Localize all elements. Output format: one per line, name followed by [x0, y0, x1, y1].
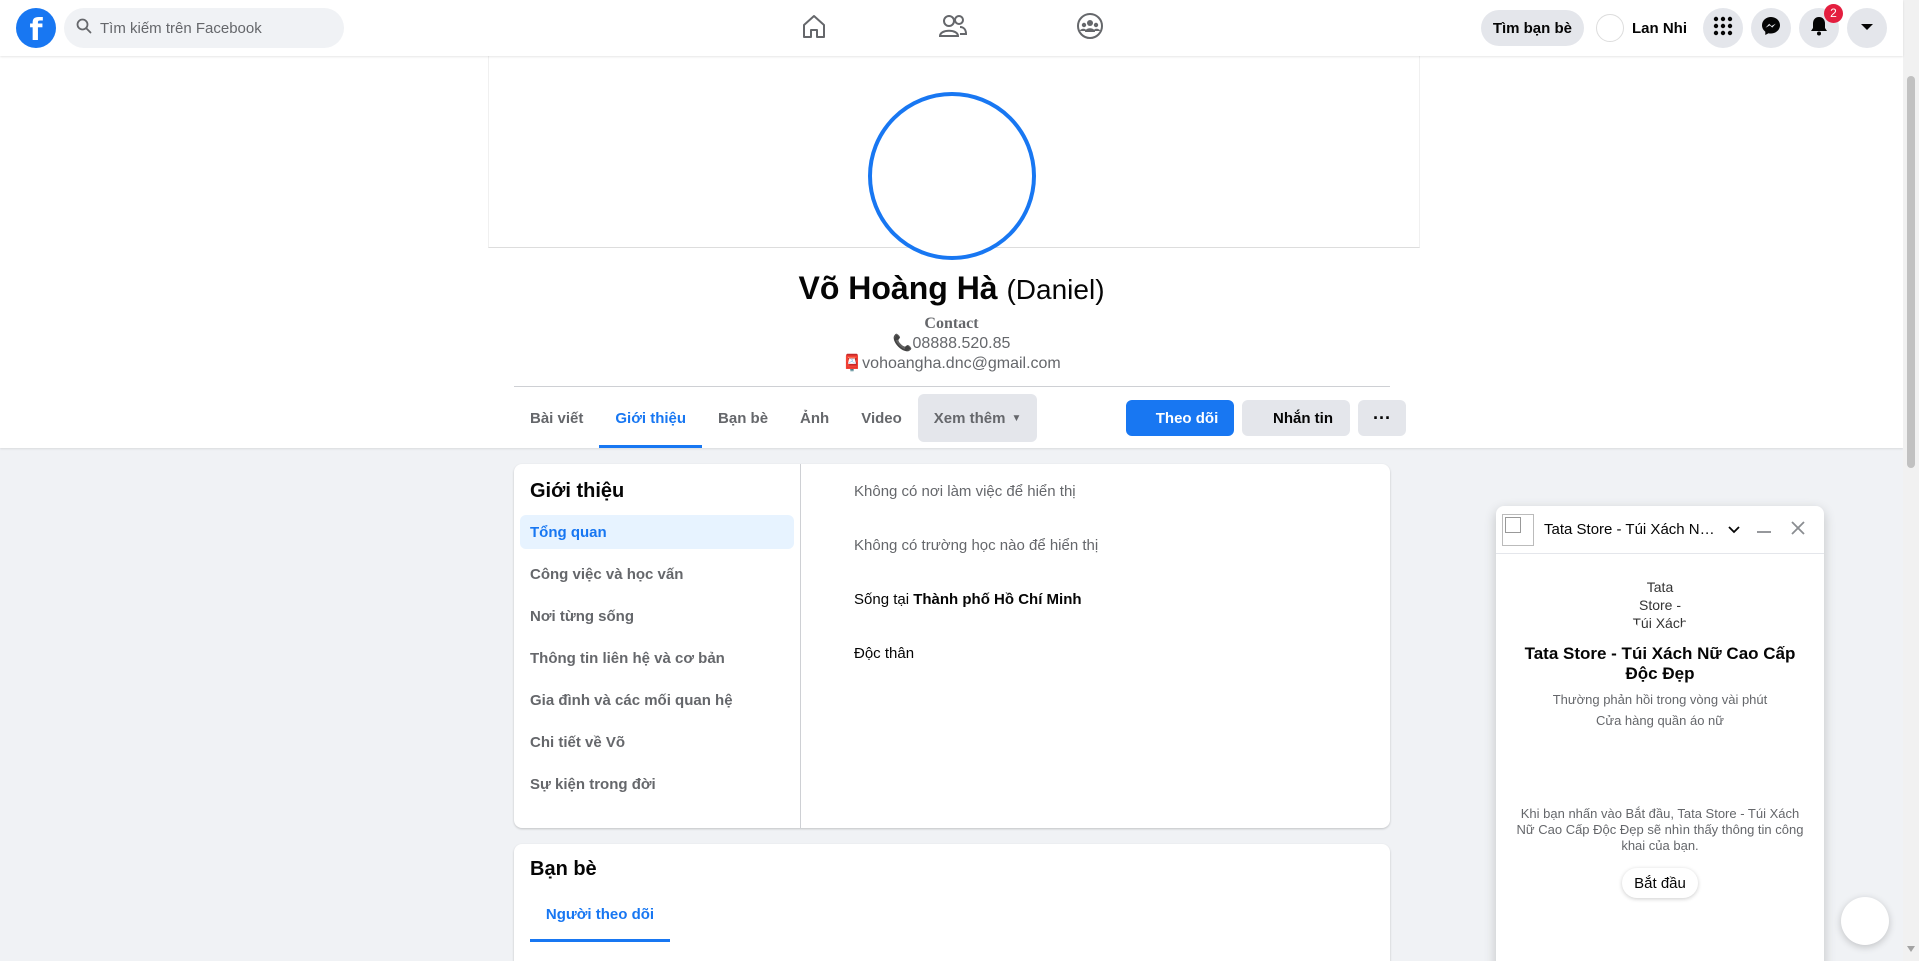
chevron-down-icon: [1860, 19, 1874, 37]
fact-work: Không có nơi làm việc để hiển thị: [854, 483, 1076, 500]
notifications-button[interactable]: 2: [1799, 4, 1843, 48]
minimize-icon: [1756, 521, 1772, 539]
avatar: [1596, 14, 1624, 42]
more-dots-icon: ···: [1373, 407, 1391, 428]
about-menu: Giới thiệu Tổng quan Công việc và học vấ…: [514, 464, 801, 828]
caret-down-icon: ▼: [1011, 412, 1022, 424]
about-item-work-education[interactable]: Công việc và học vấn: [520, 557, 794, 591]
chat-privacy-note: Khi bạn nhấn vào Bắt đầu, Tata Store - T…: [1516, 806, 1804, 853]
minimize-button[interactable]: [1750, 516, 1778, 544]
grid-menu-icon: [1713, 16, 1733, 41]
get-started-button[interactable]: Bắt đầu: [1622, 868, 1698, 898]
fact-lives-in: Sống tại Thành phố Hồ Chí Minh: [854, 591, 1354, 645]
profile-bio: Contact 📞08888.520.85 📮vohoangha.dnc@gma…: [0, 314, 1903, 374]
facebook-logo-letter: f: [29, 13, 43, 48]
user-name: Lan Nhi: [1632, 19, 1687, 37]
groups-icon: [1076, 12, 1104, 45]
tab-friends[interactable]: Bạn bè: [702, 388, 784, 448]
friends-card: Bạn bè Người theo dõi: [514, 844, 1390, 961]
friends-title: Bạn bè: [530, 858, 597, 880]
chat-header[interactable]: Tata Store - Túi Xách Nữ Cao Cấp Độc Đẹp: [1496, 506, 1824, 554]
tab-see-more-label: Xem thêm: [933, 409, 1006, 427]
profile-name: Võ Hoàng Hà (Daniel): [0, 270, 1903, 307]
about-item-details[interactable]: Chi tiết về Võ: [520, 725, 794, 759]
about-item-places-lived[interactable]: Nơi từng sống: [520, 599, 794, 633]
chat-window: Tata Store - Túi Xách Nữ Cao Cấp Độc Đẹp…: [1496, 506, 1824, 961]
profile-alt-name: (Daniel): [1006, 274, 1105, 305]
about-overview-content: Không có nơi làm việc để hiển thị Không …: [854, 483, 1354, 699]
profile-tabs: Bài viết Giới thiệu Bạn bè Ảnh Video Xem…: [514, 388, 1038, 448]
search-icon: [76, 18, 92, 39]
tab-videos[interactable]: Video: [845, 388, 918, 448]
chat-header-name[interactable]: Tata Store - Túi Xách Nữ Cao Cấp Độc Đẹp: [1544, 521, 1724, 538]
scrollbar-thumb[interactable]: [1907, 76, 1915, 468]
tab-followers[interactable]: Người theo dõi: [530, 890, 670, 942]
account-button[interactable]: [1847, 8, 1887, 48]
profile-actions: Theo dõi Nhắn tin ···: [1126, 400, 1406, 436]
profile-shortcut[interactable]: Lan Nhi: [1592, 10, 1695, 46]
top-navigation-bar: f Tìm bạn bè Lan Nhi: [0, 0, 1903, 56]
bio-email: 📮vohoangha.dnc@gmail.com: [842, 355, 1061, 372]
fact-school: Không có trường học nào để hiển thị: [854, 537, 1099, 554]
fact-relationship: Độc thân: [854, 645, 915, 662]
new-message-button[interactable]: [1841, 897, 1889, 945]
about-title: Giới thiệu: [530, 480, 625, 502]
tab-posts[interactable]: Bài viết: [514, 388, 599, 448]
fact-lives-prefix: Sống tại: [854, 591, 914, 608]
fact-lives-city[interactable]: Thành phố Hồ Chí Minh: [913, 591, 1081, 608]
close-button[interactable]: [1784, 516, 1812, 544]
profile-name-text: Võ Hoàng Hà: [798, 270, 998, 306]
messenger-button[interactable]: [1751, 8, 1791, 48]
about-item-overview[interactable]: Tổng quan: [520, 515, 794, 549]
scroll-down-arrow-icon[interactable]: [1907, 946, 1915, 952]
about-item-life-events[interactable]: Sự kiện trong đời: [520, 767, 794, 801]
divider: [514, 386, 1390, 387]
chat-response-time: Thường phản hồi trong vòng vài phút: [1552, 692, 1768, 707]
tab-about[interactable]: Giới thiệu: [599, 388, 702, 448]
page-scrollbar[interactable]: [1903, 0, 1919, 961]
find-friends-button[interactable]: Tìm bạn bè: [1480, 10, 1584, 46]
chat-page-title: Tata Store - Túi Xách Nữ Cao Cấp Độc Đẹp: [1524, 644, 1796, 683]
bio-phone: 📞08888.520.85: [892, 335, 1011, 352]
about-card: Giới thiệu Tổng quan Công việc và học vấ…: [514, 464, 1390, 828]
notification-badge: 2: [1824, 4, 1843, 23]
messenger-icon: [1761, 16, 1781, 41]
more-options-button[interactable]: ···: [1358, 400, 1406, 436]
groups-tab[interactable]: [1034, 4, 1146, 52]
home-icon: [800, 12, 828, 45]
message-button[interactable]: Nhắn tin: [1242, 400, 1350, 436]
chat-body: Tata Store - Túi Xách Tata Store - Túi X…: [1496, 576, 1824, 898]
about-item-family[interactable]: Gia đình và các mối quan hệ: [520, 683, 794, 717]
friends-tab[interactable]: [897, 4, 1009, 52]
search-input[interactable]: [100, 19, 320, 37]
close-icon: [1790, 520, 1806, 541]
facebook-logo[interactable]: f: [16, 8, 56, 48]
chevron-down-icon[interactable]: [1728, 523, 1740, 537]
tab-see-more[interactable]: Xem thêm ▼: [917, 394, 1038, 442]
tab-photos[interactable]: Ảnh: [784, 388, 845, 448]
follow-button[interactable]: Theo dõi: [1126, 400, 1234, 436]
profile-picture[interactable]: [868, 92, 1036, 260]
nav-right-controls: Tìm bạn bè Lan Nhi 2: [1480, 4, 1887, 48]
search-box[interactable]: [64, 8, 344, 48]
about-item-contact-info[interactable]: Thông tin liên hệ và cơ bản: [520, 641, 794, 675]
chat-page-avatar: Tata Store - Túi Xách: [1632, 579, 1688, 631]
menu-button[interactable]: [1703, 8, 1743, 48]
chat-page-category: Cửa hàng quần áo nữ: [1595, 713, 1724, 728]
chat-avatar-thumb: [1502, 513, 1534, 546]
bio-title: Contact: [924, 315, 979, 332]
home-tab[interactable]: [758, 4, 870, 52]
friends-icon: [938, 12, 968, 45]
